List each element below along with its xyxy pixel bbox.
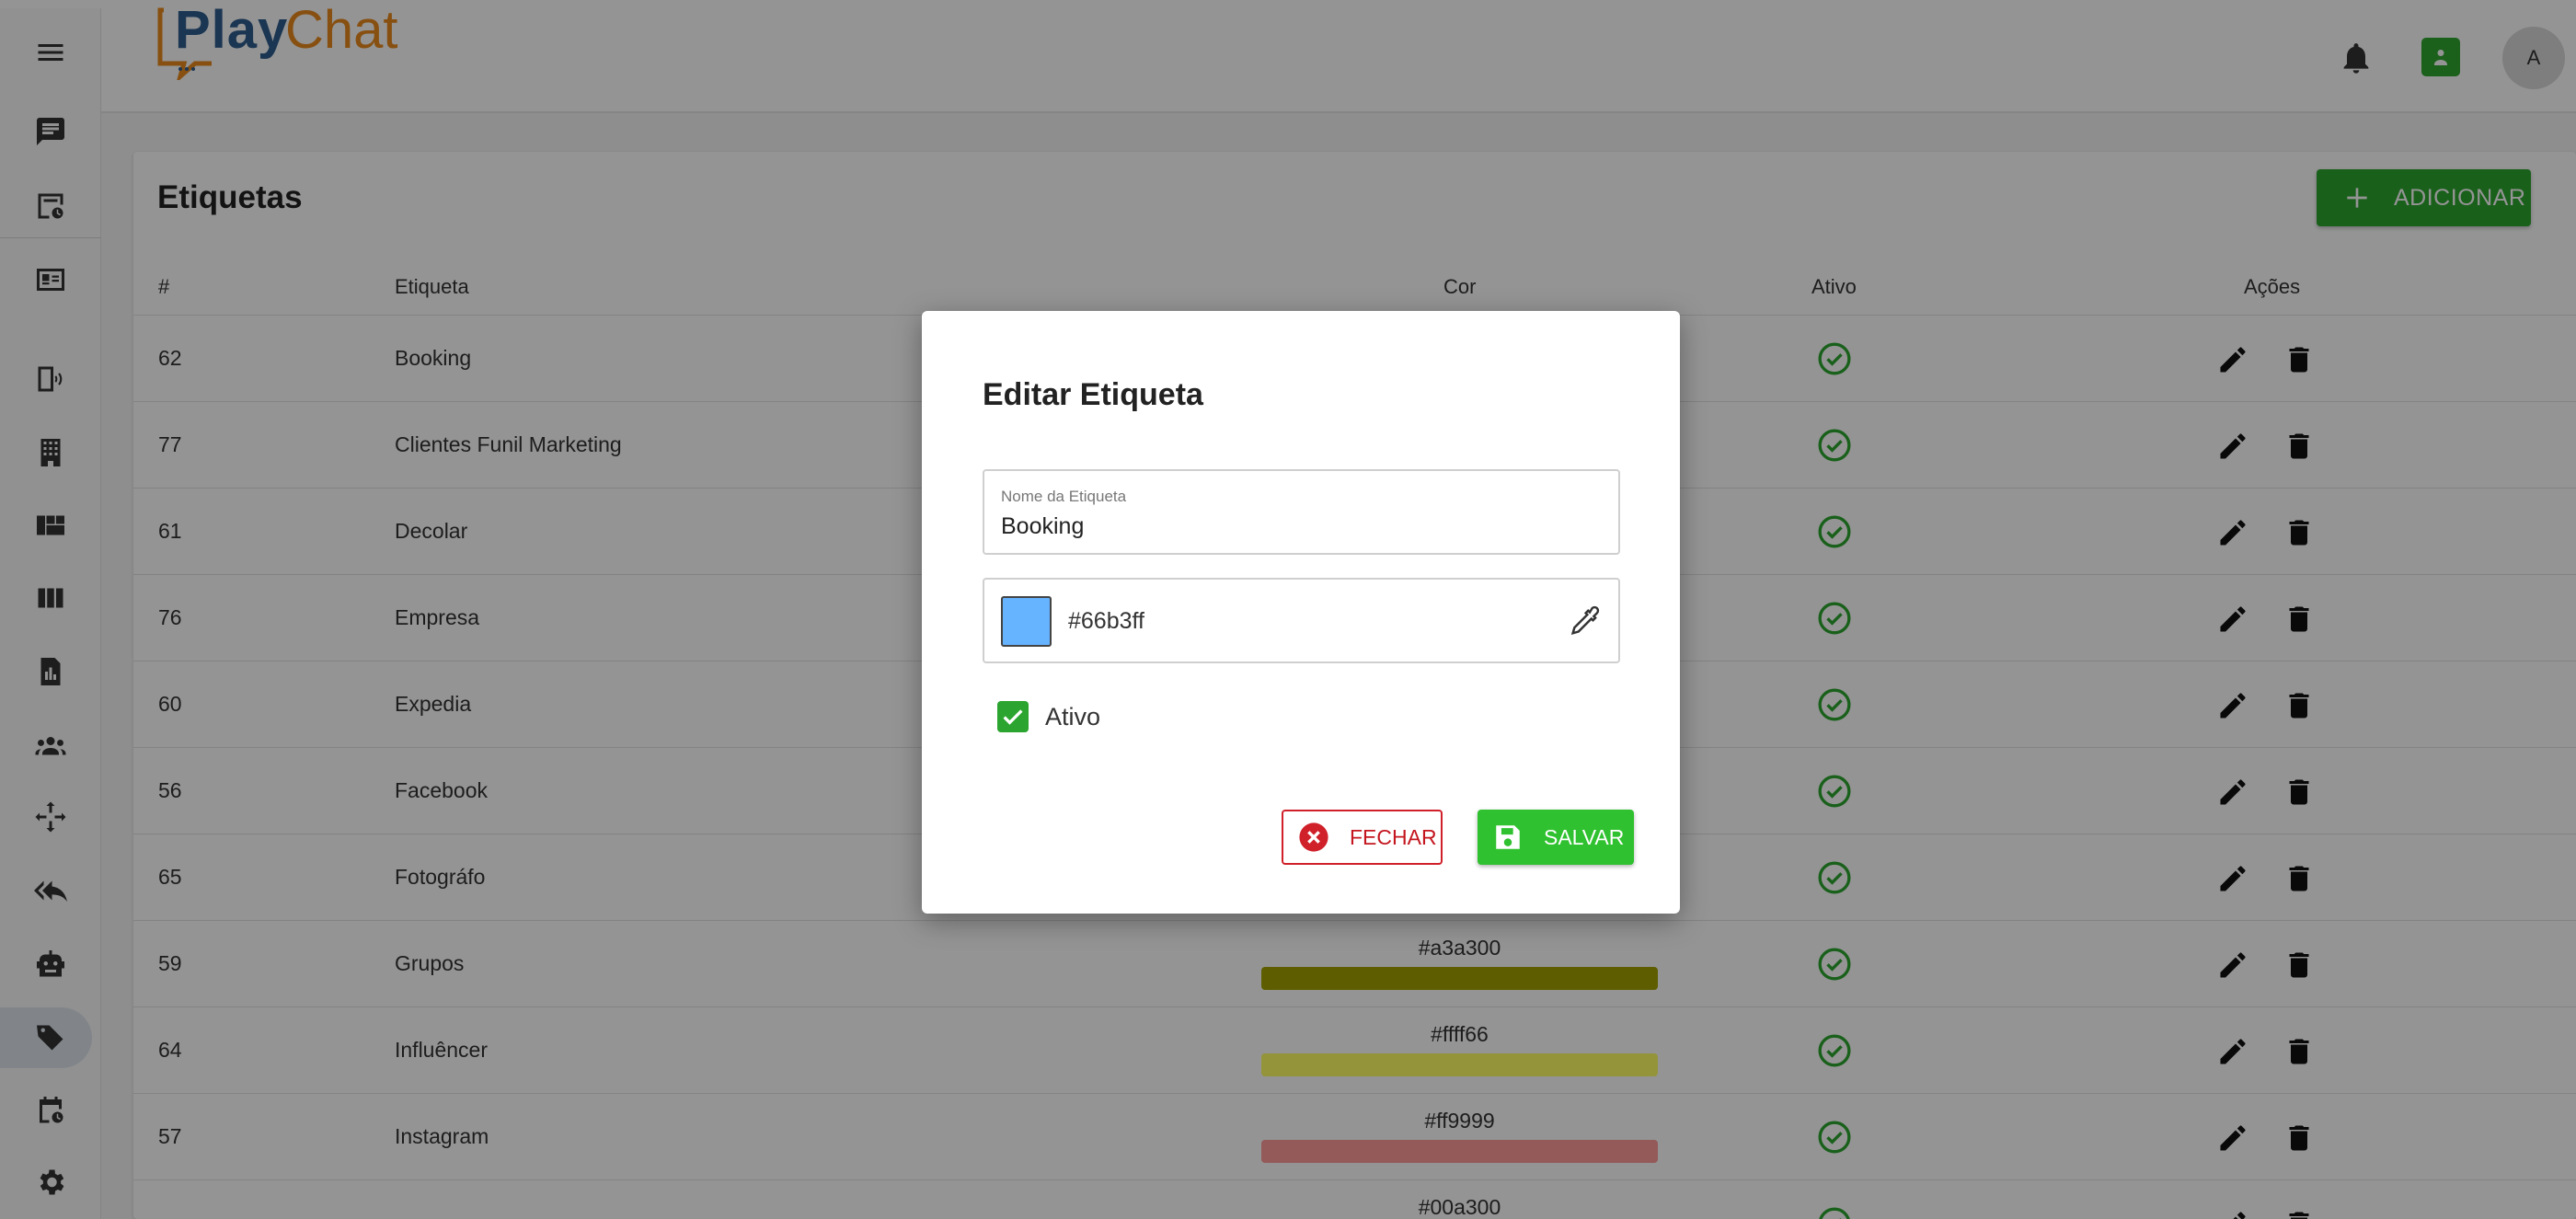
save-icon [1496, 825, 1520, 849]
active-checkbox[interactable] [997, 701, 1029, 732]
save-button-label: SALVAR [1544, 824, 1625, 849]
active-checkbox-row[interactable]: Ativo [997, 701, 1100, 732]
checkmark-icon [1003, 709, 1023, 725]
close-button[interactable]: FECHAR [1282, 810, 1443, 865]
tag-name-input[interactable]: Booking [1001, 513, 1084, 540]
tag-name-field[interactable]: Nome da Etiqueta Booking [983, 469, 1620, 555]
color-swatch[interactable] [1001, 596, 1052, 647]
save-button[interactable]: SALVAR [1478, 810, 1634, 865]
color-field[interactable]: #66b3ff [983, 578, 1620, 663]
active-checkbox-label: Ativo [1045, 702, 1101, 730]
edit-tag-dialog: Editar Etiqueta Nome da Etiqueta Booking… [922, 311, 1680, 914]
dialog-title: Editar Etiqueta [983, 377, 1203, 412]
color-value[interactable]: #66b3ff [1068, 608, 1144, 635]
close-circle-icon [1299, 822, 1328, 852]
tag-name-label: Nome da Etiqueta [1001, 488, 1127, 505]
eyedropper-icon[interactable] [1564, 603, 1603, 641]
close-button-label: FECHAR [1350, 824, 1437, 849]
